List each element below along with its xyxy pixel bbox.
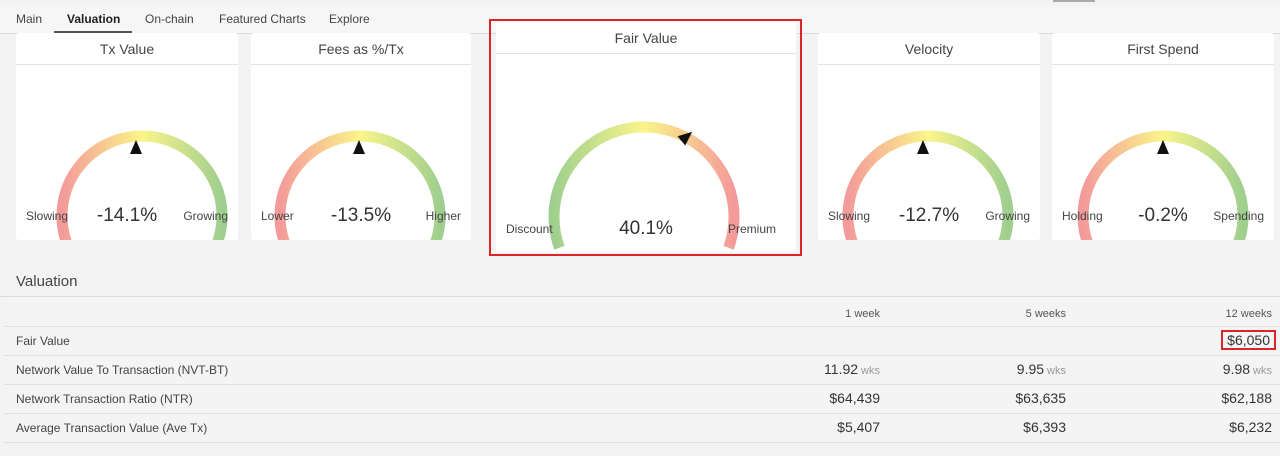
table-row-ntr: Network Transaction Ratio (NTR) $64,439 … xyxy=(4,385,1280,414)
gauge-value: -13.5% xyxy=(330,205,392,226)
gauge-card-velocity: Velocity Slowing Growing -12.7% xyxy=(818,33,1040,240)
table-cell: $6,232 xyxy=(1229,419,1272,435)
divider xyxy=(251,64,471,65)
divider xyxy=(1052,64,1274,65)
table-cell: $64,439 xyxy=(829,390,880,406)
gauge-title: Fees as %/Tx xyxy=(318,41,404,57)
section-title: Valuation xyxy=(16,273,78,290)
gauge-title: First Spend xyxy=(1127,41,1199,57)
row-label: Network Value To Transaction (NVT-BT) xyxy=(16,363,229,377)
tab-featured-charts[interactable]: Featured Charts xyxy=(219,12,306,26)
gauge-title: Tx Value xyxy=(99,41,155,57)
table-row-ave-tx: Average Transaction Value (Ave Tx) $5,40… xyxy=(4,414,1280,443)
valuation-section-header: Valuation xyxy=(0,263,1280,297)
gauge-value: -12.7% xyxy=(898,205,960,226)
tab-valuation[interactable]: Valuation xyxy=(67,12,120,26)
gauge-value: -0.2% xyxy=(1138,205,1188,226)
table-cell: 9.95 wks xyxy=(1016,361,1066,377)
gauge-title: Velocity xyxy=(904,41,954,57)
tab-on-chain[interactable]: On-chain xyxy=(145,12,194,26)
row-label: Fair Value xyxy=(16,334,70,348)
gauge-needle xyxy=(1157,140,1169,154)
column-header-5-weeks: 5 weeks xyxy=(1025,308,1066,320)
table-cell: 11.92 wks xyxy=(824,361,880,377)
fair-value-12wk-highlighted: $6,050 xyxy=(1221,330,1276,350)
gauge-card-fees-per-tx: Fees as %/Tx Lower Higher -13.5% xyxy=(251,33,471,240)
table-row-nvt: Network Value To Transaction (NVT-BT) 11… xyxy=(4,356,1280,385)
fair-value-highlight-box xyxy=(489,19,802,256)
gauge-card-first-spend: First Spend Holding Spending -0.2% xyxy=(1052,33,1274,240)
valuation-table: 1 week 5 weeks 12 weeks Fair Value $6,05… xyxy=(4,297,1280,443)
gauge-value: -14.1% xyxy=(96,205,158,226)
table-cell: 9.98 wks xyxy=(1222,361,1272,377)
gauge-needle xyxy=(353,140,365,154)
gauge-needle xyxy=(917,140,929,154)
table-cell: $5,407 xyxy=(837,419,880,435)
gauge-card-tx-value: Tx Value Slowing Growing -14.1% xyxy=(16,33,238,240)
tab-main[interactable]: Main xyxy=(16,12,42,26)
divider xyxy=(16,64,238,65)
table-header-row: 1 week 5 weeks 12 weeks xyxy=(4,297,1280,327)
column-header-1-week: 1 week xyxy=(845,308,880,320)
table-cell: $63,635 xyxy=(1015,390,1066,406)
column-header-12-weeks: 12 weeks xyxy=(1225,308,1272,320)
table-cell: $6,393 xyxy=(1023,419,1066,435)
table-row-fair-value: Fair Value $6,050 xyxy=(4,327,1280,356)
table-cell: $62,188 xyxy=(1221,390,1272,406)
top-scroll-indicator xyxy=(1053,0,1095,2)
row-label: Average Transaction Value (Ave Tx) xyxy=(16,421,208,435)
tab-explore[interactable]: Explore xyxy=(329,12,370,26)
divider xyxy=(818,64,1040,65)
row-label: Network Transaction Ratio (NTR) xyxy=(16,392,193,406)
